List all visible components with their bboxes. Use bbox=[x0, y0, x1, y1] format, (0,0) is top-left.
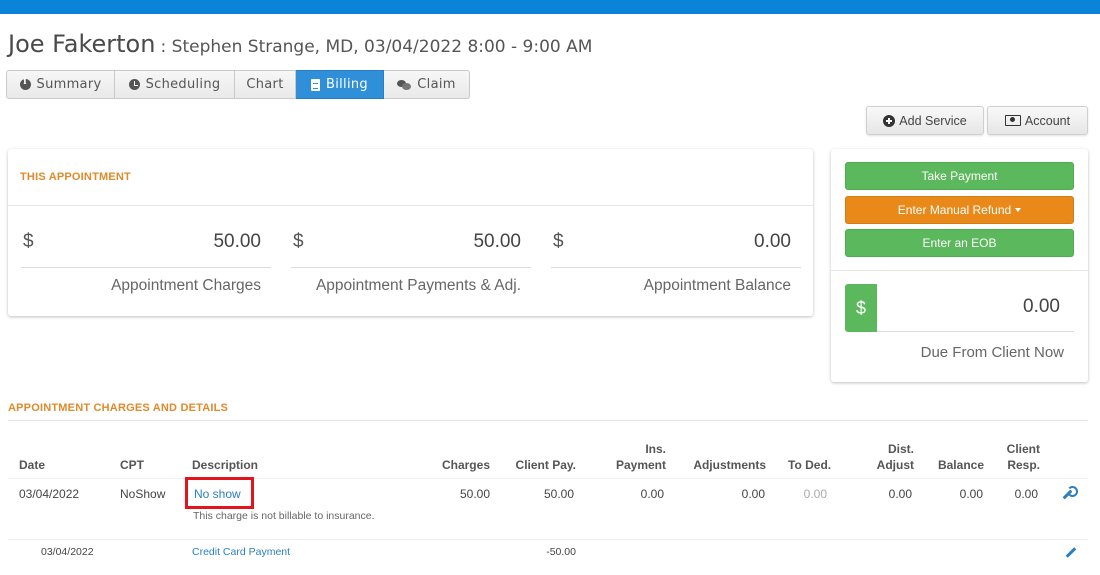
appointment-payments-amount: 50.00 bbox=[473, 231, 521, 252]
row-adjustments: 0.00 bbox=[741, 487, 765, 501]
caret-down-icon bbox=[1015, 208, 1022, 212]
add-service-button[interactable]: Add Service bbox=[866, 106, 984, 135]
divider bbox=[551, 267, 801, 268]
charges-details-title: APPOINTMENT CHARGES AND DETAILS bbox=[8, 402, 229, 414]
tab-claim-label: Claim bbox=[417, 77, 456, 92]
row-ins-payment: 0.00 bbox=[640, 487, 664, 501]
appointment-balance-amount: 0.00 bbox=[754, 231, 791, 252]
manual-refund-button[interactable]: Enter Manual Refund bbox=[845, 196, 1074, 224]
insurance-note: This charge is not billable to insurance… bbox=[193, 510, 375, 522]
account-button[interactable]: Account bbox=[987, 106, 1088, 135]
row-client-pay: -50.00 bbox=[546, 546, 576, 558]
due-amount: 0.00 bbox=[1023, 296, 1060, 317]
document-icon bbox=[311, 78, 321, 91]
divider bbox=[8, 205, 813, 206]
currency-symbol: $ bbox=[23, 231, 34, 252]
tab-bar: Summary Scheduling Chart Billing Claim bbox=[6, 70, 470, 99]
this-appointment-card: THIS APPOINTMENT $ 50.00 Appointment Cha… bbox=[8, 149, 813, 316]
pencil-icon[interactable] bbox=[1065, 545, 1079, 559]
manual-refund-label: Enter Manual Refund bbox=[897, 203, 1012, 217]
appointment-balance-label: Appointment Balance bbox=[643, 277, 791, 294]
column-header-adjustments: Adjustments bbox=[693, 458, 766, 472]
column-header-ins-payment-line1: Ins. bbox=[645, 442, 666, 456]
dollar-icon: $ bbox=[845, 284, 877, 332]
appointment-charges-stat: $ 50.00 Appointment Charges bbox=[21, 229, 271, 299]
column-header-to-ded: To Ded. bbox=[788, 458, 832, 472]
wrench-icon[interactable] bbox=[1061, 486, 1078, 500]
tab-summary[interactable]: Summary bbox=[6, 70, 115, 99]
divider bbox=[8, 420, 1088, 421]
row-date: 03/04/2022 bbox=[41, 546, 94, 558]
column-header-cpt: CPT bbox=[120, 458, 144, 472]
column-header-balance: Balance bbox=[937, 458, 984, 472]
divider bbox=[877, 331, 1074, 332]
take-payment-button[interactable]: Take Payment bbox=[845, 162, 1074, 190]
divider bbox=[21, 267, 271, 268]
top-bar bbox=[0, 0, 1100, 14]
highlight-box bbox=[185, 477, 254, 509]
column-header-client-resp-line2: Resp. bbox=[1007, 458, 1040, 472]
column-header-dist-adjust-line1: Dist. bbox=[887, 442, 914, 456]
row-dist-adjust: 0.00 bbox=[888, 487, 912, 501]
enter-eob-button[interactable]: Enter an EOB bbox=[845, 229, 1074, 257]
divider bbox=[8, 539, 1088, 540]
column-header-client-resp-line1: Client bbox=[1006, 442, 1040, 456]
chat-icon bbox=[397, 79, 412, 90]
tab-claim[interactable]: Claim bbox=[384, 70, 470, 99]
row-cpt: NoShow bbox=[120, 487, 166, 501]
row-to-ded: 0.00 bbox=[803, 487, 827, 501]
patient-name: Joe Fakerton bbox=[8, 30, 156, 58]
column-header-date: Date bbox=[19, 458, 46, 472]
page-title: Joe Fakerton : Stephen Strange, MD, 03/0… bbox=[8, 30, 592, 58]
column-header-ins-payment-line2: Payment bbox=[615, 458, 666, 472]
info-icon bbox=[19, 77, 31, 90]
row-client-resp: 0.00 bbox=[1014, 487, 1038, 501]
payment-panel: Take Payment Enter Manual Refund Enter a… bbox=[831, 149, 1088, 382]
row-charges: 50.00 bbox=[459, 487, 490, 501]
tab-chart-label: Chart bbox=[246, 77, 284, 92]
plus-circle-icon bbox=[883, 114, 896, 127]
appointment-payments-label: Appointment Payments & Adj. bbox=[315, 277, 521, 294]
currency-symbol: $ bbox=[553, 231, 564, 252]
appointment-charges-label: Appointment Charges bbox=[111, 277, 261, 294]
row-client-pay: 50.00 bbox=[543, 487, 574, 501]
clock-icon bbox=[128, 79, 140, 90]
divider bbox=[8, 478, 1088, 479]
account-label: Account bbox=[1024, 113, 1071, 128]
due-from-client-label: Due From Client Now bbox=[920, 344, 1064, 361]
column-header-client-pay: Client Pay. bbox=[515, 458, 576, 472]
tab-chart[interactable]: Chart bbox=[235, 70, 296, 99]
tab-summary-label: Summary bbox=[36, 77, 102, 92]
money-icon bbox=[1004, 115, 1021, 126]
column-header-charges: Charges bbox=[441, 458, 490, 472]
credit-card-payment-link[interactable]: Credit Card Payment bbox=[192, 546, 290, 558]
tab-scheduling-label: Scheduling bbox=[145, 77, 221, 92]
currency-symbol: $ bbox=[293, 231, 304, 252]
appointment-payments-stat: $ 50.00 Appointment Payments & Adj. bbox=[291, 229, 531, 299]
tab-billing-label: Billing bbox=[326, 77, 368, 92]
due-from-client-box: $ 0.00 bbox=[845, 284, 1074, 332]
row-date: 03/04/2022 bbox=[19, 487, 80, 501]
divider bbox=[291, 267, 531, 268]
appointment-balance-stat: $ 0.00 Appointment Balance bbox=[551, 229, 801, 299]
appointment-charges-amount: 50.00 bbox=[213, 231, 261, 252]
add-service-label: Add Service bbox=[899, 113, 967, 128]
row-balance: 0.00 bbox=[959, 487, 983, 501]
tab-scheduling[interactable]: Scheduling bbox=[115, 70, 235, 99]
divider bbox=[831, 270, 1088, 271]
column-header-description: Description bbox=[192, 458, 259, 472]
appointment-info: : Stephen Strange, MD, 03/04/2022 8:00 -… bbox=[160, 37, 593, 57]
this-appointment-title: THIS APPOINTMENT bbox=[20, 171, 131, 183]
tab-billing[interactable]: Billing bbox=[296, 70, 384, 99]
column-header-dist-adjust-line2: Adjust bbox=[876, 458, 914, 472]
